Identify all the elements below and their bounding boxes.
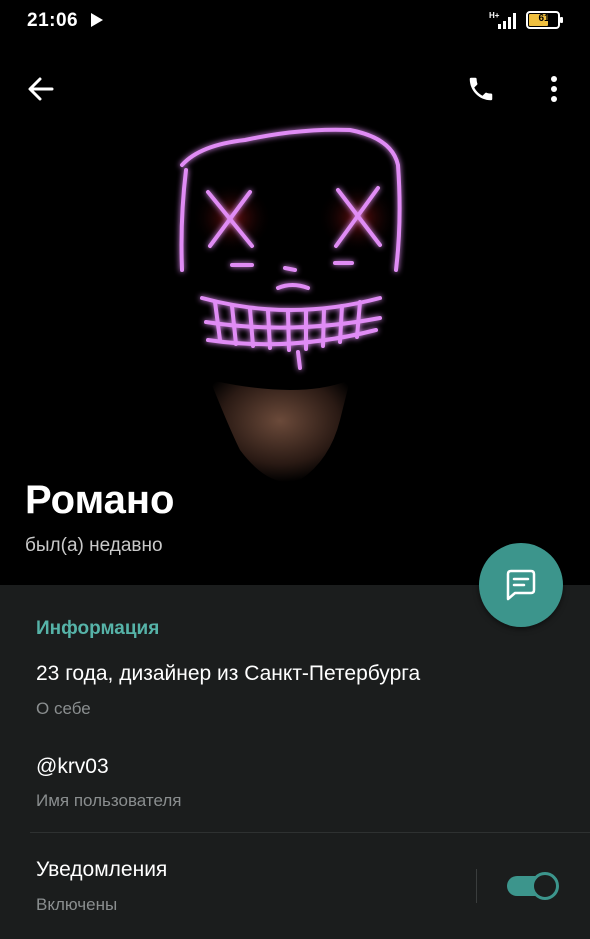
- network-type-label: H+: [489, 11, 500, 20]
- call-button[interactable]: [457, 65, 505, 113]
- message-icon: [506, 569, 536, 601]
- more-vertical-icon: [551, 76, 557, 102]
- arrow-left-icon: [28, 77, 54, 101]
- notifications-toggle[interactable]: [507, 872, 559, 900]
- username-value: @krv03: [36, 755, 109, 778]
- bio-label: О себе: [36, 699, 91, 718]
- bio-value: 23 года, дизайнер из Санкт-Петербурга: [36, 662, 421, 685]
- divider: [30, 832, 590, 833]
- battery-level: 61: [538, 13, 550, 24]
- profile-last-seen: был(а) недавно: [25, 535, 163, 556]
- play-icon: [90, 13, 104, 32]
- notifications-state: Включены: [36, 895, 118, 914]
- status-bar: 21:06 H+ 61: [0, 0, 590, 40]
- status-time: 21:06: [27, 10, 79, 31]
- more-options-button[interactable]: [530, 65, 578, 113]
- toggle-knob: [531, 872, 559, 900]
- phone-icon: [469, 77, 493, 101]
- profile-name: Романо: [25, 478, 175, 522]
- notifications-title: Уведомления: [36, 858, 168, 881]
- separator: [476, 869, 477, 903]
- back-button[interactable]: [17, 65, 65, 113]
- info-section-title: Информация: [36, 618, 160, 639]
- send-message-button[interactable]: [479, 543, 563, 627]
- username-label: Имя пользователя: [36, 791, 182, 810]
- signal-icon: H+: [488, 10, 520, 35]
